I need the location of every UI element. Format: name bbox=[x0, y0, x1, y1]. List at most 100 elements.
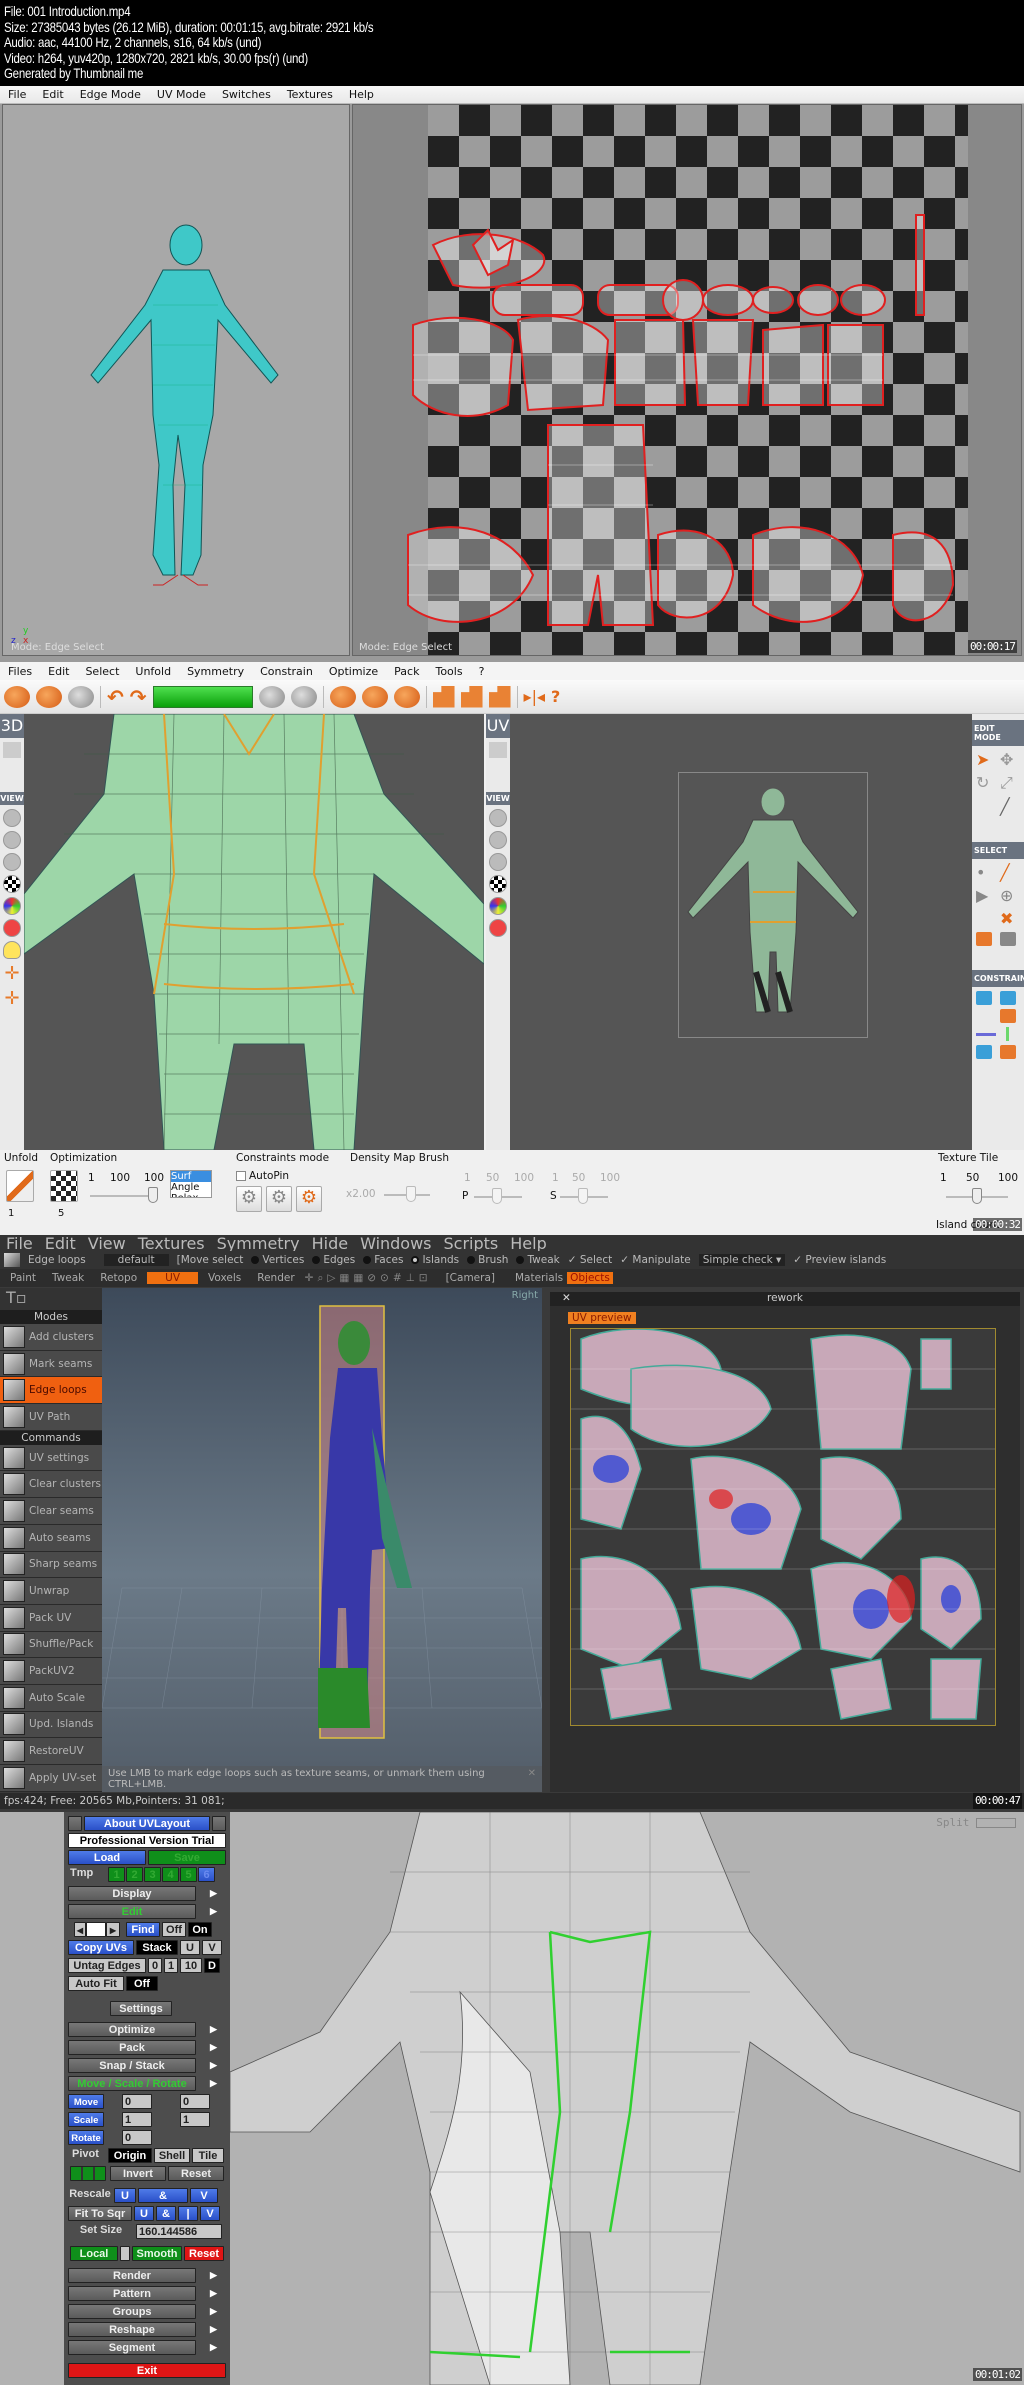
close-hint-icon[interactable]: ✕ bbox=[528, 1768, 536, 1779]
sidebar-item-clear-clusters[interactable]: Clear clusters bbox=[0, 1471, 102, 1499]
unpin-icon[interactable] bbox=[1000, 1009, 1016, 1023]
panel-pin-right[interactable] bbox=[212, 1816, 226, 1831]
unfold-spin[interactable]: 1 bbox=[8, 1208, 14, 1219]
import-icon[interactable] bbox=[36, 685, 62, 708]
fit-v-button[interactable]: V bbox=[200, 2206, 220, 2221]
sidebar-item-pack-uv[interactable]: Pack UV bbox=[0, 1604, 102, 1632]
3d-viewport[interactable]: Right bbox=[101, 1288, 543, 1766]
uv-viewport[interactable]: Mode: Edge Select 00:00:17 bbox=[352, 104, 1022, 656]
pack-button[interactable]: Pack bbox=[68, 2040, 196, 2055]
color-sphere-icon[interactable] bbox=[3, 897, 21, 915]
sidebar-item-shuffle-pack[interactable]: Shuffle/Pack bbox=[0, 1631, 102, 1659]
menu-help[interactable]: ? bbox=[471, 665, 493, 678]
find-field[interactable] bbox=[86, 1922, 106, 1937]
density-knob[interactable] bbox=[406, 1186, 416, 1202]
tab-objects[interactable]: Objects bbox=[567, 1272, 613, 1284]
list-item[interactable]: Angle bbox=[171, 1182, 211, 1193]
arrow-icon[interactable]: ▶ bbox=[210, 2060, 217, 2071]
list-item-selected[interactable]: Surf bbox=[171, 1171, 211, 1182]
undo-icon[interactable]: ↶ bbox=[107, 685, 124, 709]
room-retopo[interactable]: Retopo bbox=[94, 1272, 143, 1284]
viewport-nav-icons[interactable]: ✛⌕▷▦▦⊘⊙#⊥⊡ bbox=[305, 1272, 432, 1285]
reset-red-button[interactable]: Reset bbox=[184, 2246, 224, 2261]
scale-button[interactable]: Scale bbox=[68, 2112, 104, 2127]
fit-u-button[interactable]: U bbox=[134, 2206, 154, 2221]
untag-edges-button[interactable]: Untag Edges bbox=[68, 1958, 146, 1973]
scale-icon[interactable]: ⤢ bbox=[1000, 773, 1020, 793]
arrow-icon[interactable]: ▶ bbox=[210, 2078, 217, 2089]
move-u-field[interactable]: 0 bbox=[122, 2094, 152, 2109]
select-arrow-icon[interactable]: ➤ bbox=[976, 750, 996, 769]
shaded-sphere-icon[interactable] bbox=[3, 809, 21, 827]
radio-brush[interactable]: Brush bbox=[467, 1254, 508, 1266]
rotate-icon[interactable]: ↻ bbox=[976, 773, 996, 793]
modes-header[interactable]: Modes bbox=[0, 1310, 102, 1324]
find-button[interactable]: Find bbox=[126, 1922, 160, 1937]
radio-faces[interactable]: Faces bbox=[363, 1254, 403, 1266]
tmp-slot-button[interactable]: 3 bbox=[144, 1867, 161, 1882]
optimization-spin[interactable]: 5 bbox=[58, 1208, 64, 1219]
sidebar-item-upd-islands[interactable]: Upd. Islands bbox=[0, 1711, 102, 1739]
wireframe-sphere-icon[interactable] bbox=[489, 831, 507, 849]
v-button[interactable]: V bbox=[202, 1940, 222, 1955]
menu-switches[interactable]: Switches bbox=[214, 88, 279, 101]
gear-icon[interactable]: ⚙ bbox=[236, 1186, 262, 1212]
prev-arrow-icon[interactable]: ◀ bbox=[74, 1922, 86, 1937]
light-bulb-icon[interactable] bbox=[3, 941, 21, 959]
fit-bar-button[interactable]: | bbox=[178, 2206, 198, 2221]
stack-button[interactable]: Stack bbox=[136, 1940, 178, 1955]
method-list[interactable]: Surf Angle Relax bbox=[170, 1170, 212, 1198]
settings-button[interactable]: Settings bbox=[110, 2001, 172, 2016]
horizontal-constraint-icon[interactable] bbox=[976, 1033, 996, 1036]
cut-icon[interactable] bbox=[258, 685, 285, 708]
checker-sphere-icon[interactable] bbox=[3, 875, 21, 893]
menu-edge-mode[interactable]: Edge Mode bbox=[72, 88, 149, 101]
menu-textures[interactable]: Textures bbox=[279, 88, 341, 101]
sidebar-item-clear-seams[interactable]: Clear seams bbox=[0, 1498, 102, 1525]
tmp-slot-button[interactable]: 5 bbox=[180, 1867, 197, 1882]
3d-viewport[interactable]: y z x Mode: Edge Select bbox=[2, 104, 350, 656]
rotate-field[interactable]: 0 bbox=[122, 2130, 152, 2145]
untag-0-button[interactable]: 0 bbox=[148, 1958, 162, 1973]
pivot-tile-button[interactable]: Tile bbox=[192, 2148, 224, 2163]
help-sphere-icon[interactable] bbox=[3, 919, 21, 937]
groups-button[interactable]: Groups bbox=[68, 2304, 196, 2319]
load-button[interactable]: Load bbox=[68, 1850, 146, 1865]
brush-icon[interactable]: ╱ bbox=[1000, 797, 1020, 816]
optimize-icon[interactable] bbox=[361, 685, 388, 708]
menu-help[interactable]: Help bbox=[341, 88, 382, 101]
auto-fit-state[interactable]: Off bbox=[126, 1976, 158, 1991]
menu-select[interactable]: Select bbox=[77, 665, 127, 678]
sidebar-item-auto-scale[interactable]: Auto Scale bbox=[0, 1684, 102, 1712]
sidebar-item-mark-seams[interactable]: Mark seams bbox=[0, 1350, 102, 1378]
sidebar-item-auto-seams[interactable]: Auto seams bbox=[0, 1524, 102, 1552]
untag-1-button[interactable]: 1 bbox=[164, 1958, 178, 1973]
preset-dropdown[interactable]: default bbox=[103, 1254, 169, 1266]
simple-check-dropdown[interactable]: Simple check ▾ bbox=[698, 1254, 786, 1266]
move-gizmo-icon[interactable]: ✛ bbox=[4, 963, 19, 984]
menu-textures[interactable]: Textures bbox=[132, 1234, 211, 1253]
menu-symmetry[interactable]: Symmetry bbox=[211, 1234, 306, 1253]
straighten-off-icon[interactable] bbox=[1000, 1045, 1016, 1059]
vertical-constraint-icon[interactable] bbox=[1006, 1027, 1009, 1041]
tab-materials[interactable]: Materials bbox=[515, 1272, 563, 1284]
move-v-field[interactable]: 0 bbox=[180, 2094, 210, 2109]
pivot-indicator[interactable] bbox=[70, 2166, 106, 2181]
deselect-icon[interactable]: ✖ bbox=[1000, 909, 1020, 928]
menu-edit[interactable]: Edit bbox=[40, 665, 77, 678]
edit-button[interactable]: Edit bbox=[68, 1904, 196, 1919]
snap-stack-button[interactable]: Snap / Stack bbox=[68, 2058, 196, 2073]
rescale-v-button[interactable]: V bbox=[190, 2188, 218, 2203]
sidebar-item-unwrap[interactable]: Unwrap bbox=[0, 1578, 102, 1605]
set-size-field[interactable]: 160.144586 bbox=[136, 2224, 222, 2239]
tmp-slot-button[interactable]: 4 bbox=[162, 1867, 179, 1882]
room-uv[interactable]: UV bbox=[147, 1272, 199, 1284]
fit-to-sqr-button[interactable]: Fit To Sqr bbox=[68, 2206, 132, 2221]
sidebar-item-restoreuv[interactable]: RestoreUV bbox=[0, 1738, 102, 1765]
find-on-button[interactable]: On bbox=[188, 1922, 212, 1937]
commands-header[interactable]: Commands bbox=[0, 1430, 102, 1445]
display-button[interactable]: Display bbox=[68, 1886, 196, 1901]
gear-icon[interactable]: ⚙ bbox=[266, 1186, 292, 1212]
text-tool-icon[interactable]: T▫ bbox=[0, 1288, 102, 1310]
menu-optimize[interactable]: Optimize bbox=[321, 665, 386, 678]
